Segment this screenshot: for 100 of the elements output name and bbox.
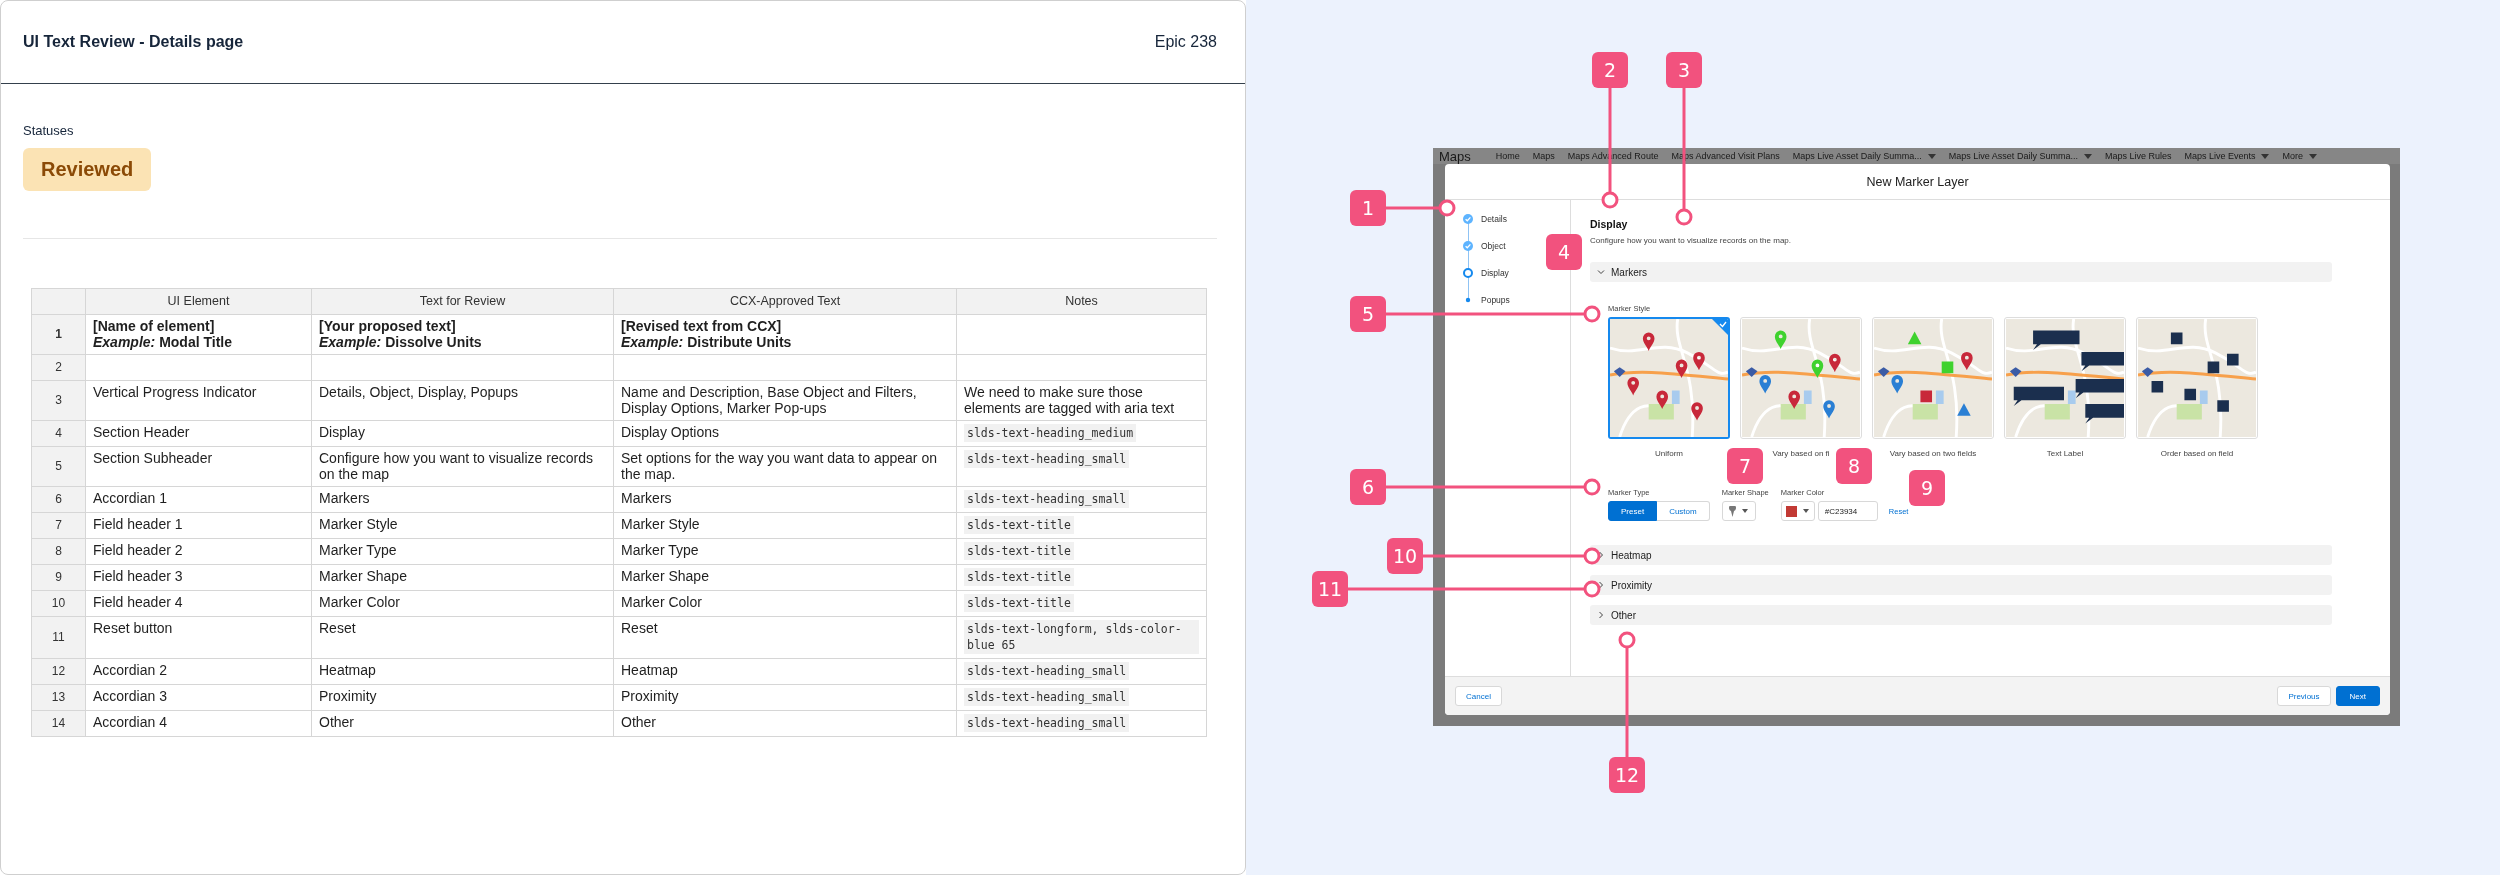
callout-badge: 3 [1666, 52, 1702, 88]
table-cell: Accordian 3 [85, 684, 312, 711]
chevron-icon [1597, 268, 1605, 276]
chevron-icon [1597, 581, 1605, 589]
color-swatch [1786, 505, 1798, 517]
check-icon [1712, 319, 1728, 335]
column-header: Notes [956, 288, 1207, 315]
table-cell: Proximity [613, 684, 957, 711]
callout-badge: 6 [1350, 469, 1386, 505]
row-number: 4 [31, 420, 86, 447]
callout-badge: 10 [1387, 538, 1423, 574]
option-label: Order based on field [2160, 449, 2234, 458]
table-cell: Accordian 4 [85, 710, 312, 737]
nav-tab[interactable]: Maps Live Rules [2104, 151, 2172, 161]
app-name: Maps [1439, 148, 1471, 164]
code-snippet: slds-text-heading_small [964, 490, 1130, 508]
table-cell: Proximity [311, 684, 614, 711]
row-number: 5 [31, 446, 86, 487]
table-cell: Reset button [85, 616, 312, 659]
shape-select[interactable] [1721, 501, 1756, 521]
accordion-header[interactable]: Heatmap [1590, 545, 2332, 565]
row-number: 10 [31, 590, 86, 617]
table-cell: Vertical Progress Indicator [85, 380, 312, 421]
code-snippet: slds-text-longform, slds-color-blue 65 [964, 620, 1199, 654]
markers-accordion[interactable]: Markers [1590, 262, 2332, 282]
row-number: 3 [31, 380, 86, 421]
callout-badge: 1 [1350, 190, 1386, 226]
table-cell: Markers [311, 486, 614, 513]
code-snippet: slds-text-heading_small [964, 450, 1130, 468]
code-snippet: slds-text-title [964, 568, 1074, 586]
accordion-header[interactable]: Other [1590, 605, 2332, 625]
nav-tab[interactable]: Maps Live Events [2184, 151, 2270, 161]
code-snippet: slds-text-title [964, 516, 1074, 534]
option-label: Vary based on two fields [1889, 449, 1977, 458]
code-snippet: slds-text-title [964, 542, 1074, 560]
epic-label: Epic 238 [1154, 33, 1217, 51]
table-cell: Markers [613, 486, 957, 513]
code-snippet: slds-text-heading_medium [964, 424, 1137, 442]
nav-tab[interactable]: More [2282, 151, 2317, 161]
table-cell: Marker Color [613, 590, 957, 617]
table-cell: Section Header [85, 420, 312, 447]
table-cell: Display Options [613, 420, 957, 447]
table-cell: Name and Description, Base Object and Filters, Display Options, Marker Pop-ups [613, 380, 957, 421]
table-cell: Marker Style [613, 512, 957, 539]
row-number: 14 [31, 710, 86, 737]
next-button[interactable]: Next [2335, 686, 2380, 706]
step-label[interactable]: Object [1481, 241, 1506, 251]
table-cell: Reset [311, 616, 614, 659]
cancel-button[interactable]: Cancel [1455, 686, 1502, 706]
nav-tab[interactable]: Maps Live Asset Daily Summa... [1792, 151, 1936, 161]
nav-tab[interactable]: Home [1495, 151, 1520, 161]
chevron-icon [1597, 611, 1605, 619]
option-label: Vary based on fi [1772, 449, 1830, 458]
row-number: 13 [31, 684, 86, 711]
column-header: Text for Review [311, 288, 614, 315]
code-snippet: slds-text-heading_small [964, 688, 1130, 706]
table-cell: Section Subheader [85, 446, 312, 487]
callout-badge: 5 [1350, 296, 1386, 332]
table-cell: We need to make sure those elements are tagged with aria text [956, 380, 1207, 421]
caret-icon [1742, 509, 1749, 513]
accordion-header[interactable]: Proximity [1590, 575, 2332, 595]
table-cell: Heatmap [311, 658, 614, 685]
table-cell: Marker Type [613, 538, 957, 565]
row-number: 2 [31, 354, 86, 381]
previous-button[interactable]: Previous [2277, 686, 2331, 706]
table-cell: Field header 3 [85, 564, 312, 591]
table-cell: [Revised text from CCX] Example: Distribute Units [613, 314, 957, 355]
color-input[interactable]: #C23934 [1817, 501, 1878, 521]
section-title: Display [1590, 218, 1628, 230]
table-cell: Configure how you want to visualize records on the map [311, 446, 614, 487]
step-label[interactable]: Display [1481, 268, 1509, 278]
callout-badge: 2 [1592, 52, 1628, 88]
table-cell: Field header 2 [85, 538, 312, 565]
column-header: UI Element [85, 288, 312, 315]
option-label: Uniform [1655, 449, 1683, 458]
segment-button[interactable]: Preset [1608, 501, 1658, 521]
option-label: Text Label [2046, 449, 2084, 458]
row-number: 1 [31, 314, 86, 355]
table-cell: Other [613, 710, 957, 737]
row-number: 8 [31, 538, 86, 565]
page-title: UI Text Review - Details page [23, 33, 244, 51]
step-label[interactable]: Details [1481, 214, 1507, 224]
table-cell: Accordian 2 [85, 658, 312, 685]
nav-tab[interactable]: Maps Live Asset Daily Summa... [1948, 151, 2092, 161]
color-select[interactable] [1780, 501, 1815, 521]
pin-icon [1729, 505, 1737, 517]
table-cell: Reset [613, 616, 957, 659]
table-cell: [Name of element] Example: Modal Title [85, 314, 312, 355]
segment-button[interactable]: Custom [1657, 501, 1710, 521]
table-cell: Other [311, 710, 614, 737]
section-subtitle: Configure how you want to visualize records on the map. [1590, 236, 1791, 245]
code-snippet: slds-text-title [964, 594, 1074, 612]
status-badge: Reviewed [23, 148, 152, 191]
table-cell: Field header 4 [85, 590, 312, 617]
step-label[interactable]: Popups [1481, 295, 1510, 305]
column-header: CCX-Approved Text [613, 288, 957, 315]
callout-badge: 11 [1312, 571, 1348, 607]
callout-badge: 12 [1609, 757, 1645, 793]
code-snippet: slds-text-heading_small [964, 662, 1130, 680]
nav-tab[interactable]: Maps [1532, 151, 1555, 161]
